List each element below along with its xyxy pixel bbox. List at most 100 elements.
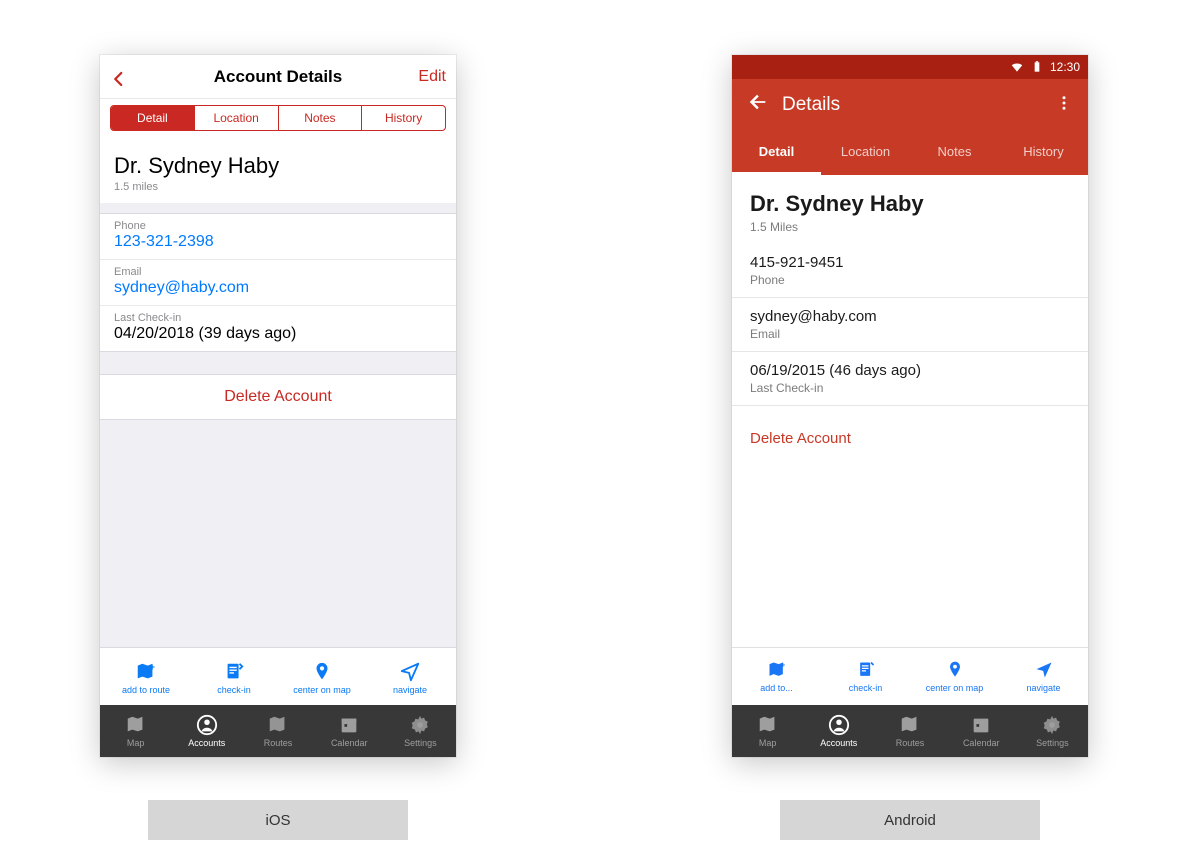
tab-strip: Detail Location Notes History	[732, 131, 1088, 175]
segmented-control: Detail Location Notes History	[110, 105, 446, 131]
wifi-icon	[1010, 60, 1024, 74]
action-label: add to...	[760, 683, 793, 693]
tab-location[interactable]: Location	[195, 106, 279, 130]
tab-history[interactable]: History	[999, 131, 1088, 175]
ios-navbar: Account Details Edit	[100, 55, 456, 99]
tab-bar: Map Accounts Routes Calendar Settings	[732, 705, 1088, 757]
tab-routes[interactable]: Routes	[242, 714, 313, 748]
tab-settings[interactable]: Settings	[1017, 714, 1088, 748]
tab-routes[interactable]: Routes	[874, 714, 945, 748]
delete-account-button[interactable]: Delete Account	[732, 406, 1088, 457]
action-bar: + add to route check-in center on map na…	[100, 647, 456, 705]
tab-label: Settings	[404, 738, 437, 748]
tab-label: Routes	[896, 738, 925, 748]
content-area: Dr. Sydney Haby 1.5 Miles 415-921-9451 P…	[732, 175, 1088, 647]
tab-detail[interactable]: Detail	[732, 131, 821, 175]
status-bar: 12:30	[732, 55, 1088, 79]
tab-notes[interactable]: Notes	[279, 106, 363, 130]
tab-calendar[interactable]: Calendar	[314, 714, 385, 748]
tab-settings[interactable]: Settings	[385, 714, 456, 748]
center-on-map-action[interactable]: center on map	[278, 661, 366, 695]
add-to-route-action[interactable]: + add to route	[102, 661, 190, 695]
account-name: Dr. Sydney Haby	[114, 153, 442, 179]
action-label: navigate	[393, 685, 427, 695]
tab-bar: Map Accounts Routes Calendar Settings	[100, 705, 456, 757]
tab-location[interactable]: Location	[821, 131, 910, 175]
overflow-menu-button[interactable]	[1046, 94, 1082, 117]
android-phone: 12:30 Details Detail Location Notes Hist…	[732, 55, 1088, 757]
field-value: sydney@haby.com	[114, 279, 442, 297]
add-to-route-action[interactable]: + add to...	[732, 660, 821, 693]
back-button[interactable]	[110, 64, 150, 90]
map-icon	[125, 714, 147, 736]
field-label: Email	[750, 327, 1070, 341]
svg-text:+: +	[780, 660, 785, 670]
calendar-icon	[338, 714, 360, 736]
tab-map[interactable]: Map	[100, 714, 171, 748]
account-distance: 1.5 Miles	[750, 220, 1070, 234]
action-label: center on map	[293, 685, 351, 695]
field-label: Email	[114, 266, 442, 278]
tab-map[interactable]: Map	[732, 714, 803, 748]
navigate-icon	[399, 661, 421, 683]
map-icon	[757, 714, 779, 736]
navigate-action[interactable]: navigate	[999, 660, 1088, 693]
field-value: 04/20/2018 (39 days ago)	[114, 325, 442, 343]
accounts-icon	[828, 714, 850, 736]
tab-detail[interactable]: Detail	[111, 106, 195, 130]
field-value: sydney@haby.com	[750, 308, 1070, 325]
svg-text:+: +	[150, 662, 155, 672]
field-email[interactable]: sydney@haby.com Email	[732, 298, 1088, 352]
field-label: Phone	[114, 220, 442, 232]
tab-label: Routes	[264, 738, 293, 748]
check-in-action[interactable]: check-in	[190, 661, 278, 695]
account-distance: 1.5 miles	[114, 181, 442, 193]
tab-label: Settings	[1036, 738, 1069, 748]
tab-label: Accounts	[188, 738, 225, 748]
action-label: navigate	[1026, 683, 1060, 693]
tab-accounts[interactable]: Accounts	[803, 714, 874, 748]
field-value: 415-921-9451	[750, 254, 1070, 271]
edit-button[interactable]: Edit	[406, 68, 446, 86]
map-plus-icon: +	[767, 660, 787, 680]
navigate-action[interactable]: navigate	[366, 661, 454, 695]
field-email[interactable]: Email sydney@haby.com	[100, 260, 456, 306]
action-bar: + add to... check-in center on map navig…	[732, 647, 1088, 705]
accounts-icon	[196, 714, 218, 736]
gear-icon	[409, 714, 431, 736]
content-area: Dr. Sydney Haby 1.5 miles Phone 123-321-…	[100, 141, 456, 647]
field-checkin: 06/19/2015 (46 days ago) Last Check-in	[732, 352, 1088, 406]
tab-label: Map	[127, 738, 145, 748]
caption-ios: iOS	[148, 800, 408, 840]
title-bar: Details	[732, 79, 1088, 131]
tab-label: Accounts	[820, 738, 857, 748]
clipboard-icon	[856, 660, 876, 680]
tab-notes[interactable]: Notes	[910, 131, 999, 175]
tab-accounts[interactable]: Accounts	[171, 714, 242, 748]
navigate-icon	[1034, 660, 1054, 680]
tab-history[interactable]: History	[362, 106, 445, 130]
status-time: 12:30	[1050, 60, 1080, 74]
delete-account-button[interactable]: Delete Account	[100, 374, 456, 420]
tab-calendar[interactable]: Calendar	[946, 714, 1017, 748]
check-in-action[interactable]: check-in	[821, 660, 910, 693]
calendar-icon	[970, 714, 992, 736]
field-value: 123-321-2398	[114, 233, 442, 251]
field-label: Last Check-in	[114, 312, 442, 324]
pin-icon	[311, 661, 333, 683]
field-phone[interactable]: 415-921-9451 Phone	[732, 244, 1088, 298]
field-checkin: Last Check-in 04/20/2018 (39 days ago)	[100, 306, 456, 351]
tab-label: Map	[759, 738, 777, 748]
field-label: Phone	[750, 273, 1070, 287]
field-phone[interactable]: Phone 123-321-2398	[100, 214, 456, 260]
account-header: Dr. Sydney Haby 1.5 miles	[100, 141, 456, 203]
account-name: Dr. Sydney Haby	[750, 191, 1070, 217]
fields-group: Phone 123-321-2398 Email sydney@haby.com…	[100, 213, 456, 352]
action-label: add to route	[122, 685, 170, 695]
tab-label: Calendar	[963, 738, 1000, 748]
action-label: center on map	[926, 683, 984, 693]
app-bar: Details Detail Location Notes History	[732, 79, 1088, 175]
page-title: Account Details	[214, 67, 342, 87]
center-on-map-action[interactable]: center on map	[910, 660, 999, 693]
back-button[interactable]	[738, 91, 778, 119]
